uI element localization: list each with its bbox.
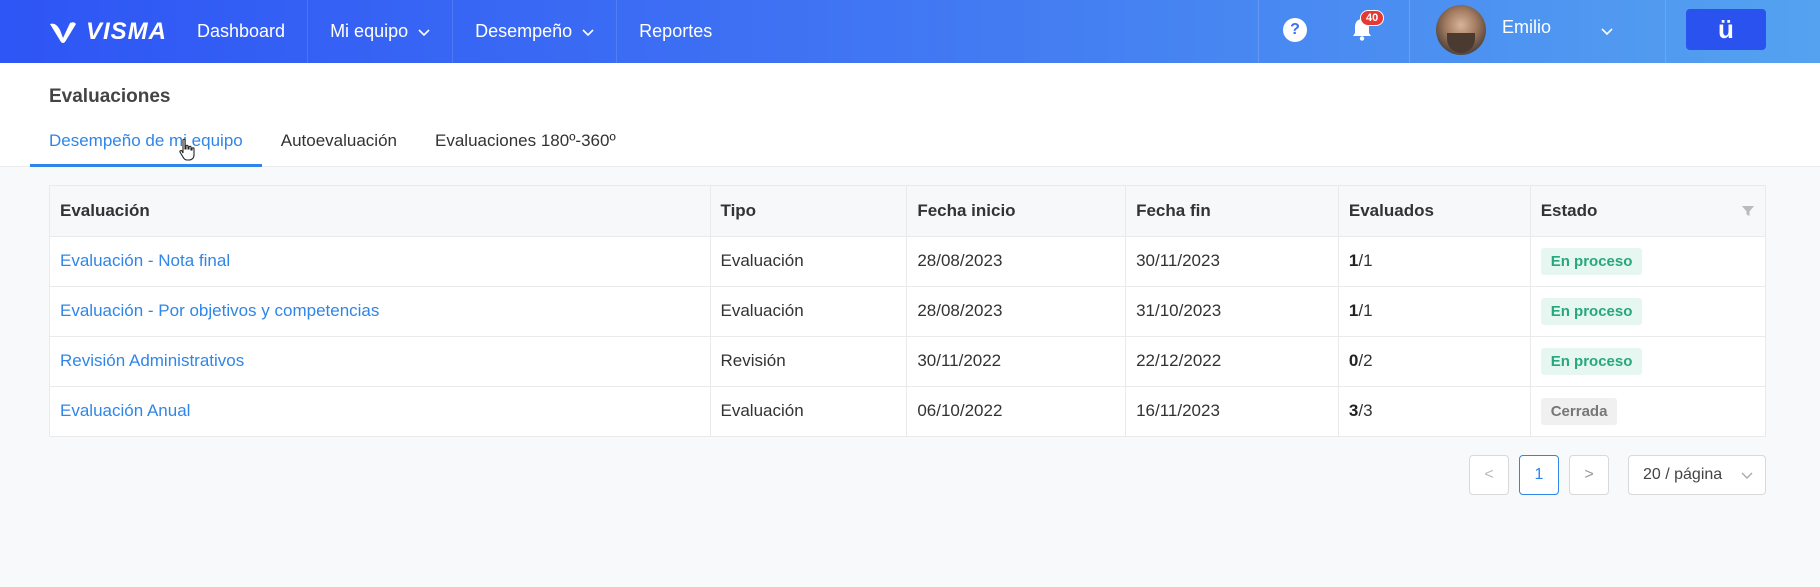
topbar-divider <box>1665 0 1666 63</box>
hand-cursor-icon <box>179 138 195 161</box>
cell-evaluados: 3/3 <box>1338 386 1531 436</box>
evaluations-table: Evaluación Tipo Fecha inicio Fecha fin E… <box>49 185 1766 437</box>
visma-logo[interactable]: VISMA <box>48 18 167 46</box>
cell-tipo: Evaluación <box>710 236 908 287</box>
tab-evaluaciones-180-360[interactable]: Evaluaciones 180º-360º <box>416 123 635 167</box>
pagination-prev-button[interactable]: < <box>1469 455 1509 495</box>
column-header-estado: Estado <box>1530 186 1765 237</box>
evaluados-done: 1 <box>1348 301 1359 320</box>
chevron-down-icon[interactable] <box>1600 24 1614 38</box>
status-badge: Cerrada <box>1540 397 1618 425</box>
table-row: Evaluación - Por objetivos y competencia… <box>50 286 1765 337</box>
evaluados-done: 3 <box>1348 401 1359 421</box>
evaluados-total: /2 <box>1358 351 1373 370</box>
evaluation-link[interactable]: Evaluación - Nota final <box>50 236 711 287</box>
tab-desempeno-de-mi-equipo[interactable]: Desempeño de mi equipo <box>30 123 262 167</box>
help-icon[interactable]: ? <box>1283 18 1307 42</box>
column-header-tipo: Tipo <box>710 186 908 237</box>
cell-fecha-fin: 31/10/2023 <box>1125 286 1339 337</box>
column-header-fecha-fin: Fecha fin <box>1125 186 1339 237</box>
table-row: Revisión Administrativos Revisión 30/11/… <box>50 336 1765 387</box>
visma-logo-icon <box>50 22 76 43</box>
evaluados-done: 1 <box>1348 251 1359 270</box>
column-header-fecha-inicio: Fecha inicio <box>906 186 1127 237</box>
cell-fecha-inicio: 28/08/2023 <box>906 286 1127 337</box>
chevron-down-icon <box>1741 472 1753 479</box>
main-nav: Dashboard Mi equipo Desempeño Reportes <box>175 0 734 63</box>
status-badge: En proceso <box>1540 347 1643 375</box>
cell-tipo: Evaluación <box>710 286 908 337</box>
cell-estado: En proceso <box>1530 286 1765 337</box>
cell-evaluados: 0/2 <box>1338 336 1531 387</box>
column-header-evaluados: Evaluados <box>1338 186 1531 237</box>
cell-tipo: Evaluación <box>710 386 908 436</box>
page-header: Evaluaciones Desempeño de mi equipo Auto… <box>0 63 1820 167</box>
status-badge: En proceso <box>1540 297 1643 325</box>
cell-fecha-inicio: 30/11/2022 <box>906 336 1127 387</box>
nav-label: Desempeño <box>475 21 573 41</box>
avatar-beard <box>1447 33 1475 53</box>
filter-icon[interactable] <box>1741 204 1755 218</box>
topbar-divider <box>1409 0 1410 63</box>
evaluados-total: /1 <box>1358 301 1373 320</box>
evaluation-link[interactable]: Revisión Administrativos <box>50 336 711 387</box>
notification-badge: 40 <box>1360 10 1385 26</box>
cell-evaluados: 1/1 <box>1338 236 1531 287</box>
table-header-row: Evaluación Tipo Fecha inicio Fecha fin E… <box>50 186 1765 237</box>
user-name[interactable]: Emilio <box>1502 17 1551 38</box>
page-title: Evaluaciones <box>49 86 171 107</box>
cell-fecha-fin: 22/12/2022 <box>1125 336 1339 387</box>
brand-name: VISMA <box>86 18 168 45</box>
cell-fecha-fin: 30/11/2023 <box>1125 236 1339 287</box>
tab-autoevaluacion[interactable]: Autoevaluación <box>262 123 416 167</box>
column-header-evaluacion: Evaluación <box>50 186 711 237</box>
cell-estado: En proceso <box>1530 236 1765 287</box>
pagination-next-button[interactable]: > <box>1569 455 1609 495</box>
app-switcher-button[interactable]: ü <box>1686 9 1766 50</box>
cell-tipo: Revisión <box>710 336 908 387</box>
nav-item-desempeno[interactable]: Desempeño <box>453 0 616 63</box>
cell-fecha-fin: 16/11/2023 <box>1125 386 1339 436</box>
cell-estado: En proceso <box>1530 336 1765 387</box>
page-size-select[interactable]: 20 / página <box>1628 455 1766 495</box>
evaluados-done: 0 <box>1348 351 1359 370</box>
user-avatar[interactable] <box>1436 5 1486 55</box>
cell-fecha-inicio: 28/08/2023 <box>906 236 1127 287</box>
cell-estado: Cerrada <box>1530 386 1765 436</box>
column-header-label: Estado <box>1540 200 1598 220</box>
table-row: Evaluación - Nota final Evaluación 28/08… <box>50 236 1765 287</box>
nav-label: Mi equipo <box>330 21 409 41</box>
topbar-divider <box>1258 0 1259 63</box>
evaluados-total: /1 <box>1358 251 1373 270</box>
evaluados-total: /3 <box>1358 401 1373 421</box>
nav-label: Reportes <box>639 21 713 41</box>
table-row: Evaluación Anual Evaluación 06/10/2022 1… <box>50 386 1765 436</box>
cell-fecha-inicio: 06/10/2022 <box>906 386 1127 436</box>
nav-item-mi-equipo[interactable]: Mi equipo <box>308 0 452 63</box>
cell-evaluados: 1/1 <box>1338 286 1531 337</box>
status-badge: En proceso <box>1540 247 1643 275</box>
pagination-page-1[interactable]: 1 <box>1519 455 1559 495</box>
evaluation-link[interactable]: Evaluación Anual <box>50 386 711 436</box>
chevron-down-icon <box>582 28 594 36</box>
nav-item-dashboard[interactable]: Dashboard <box>175 0 307 63</box>
chevron-down-icon <box>418 28 430 36</box>
page-size-value: 20 / página <box>1643 466 1723 483</box>
nav-label: Dashboard <box>197 21 286 41</box>
nav-item-reportes[interactable]: Reportes <box>617 0 734 63</box>
top-navigation-bar: VISMA Dashboard Mi equipo Desempeño Repo… <box>0 0 1820 63</box>
tab-bar: Desempeño de mi equipo Autoevaluación Ev… <box>30 123 635 167</box>
evaluation-link[interactable]: Evaluación - Por objetivos y competencia… <box>50 286 711 337</box>
